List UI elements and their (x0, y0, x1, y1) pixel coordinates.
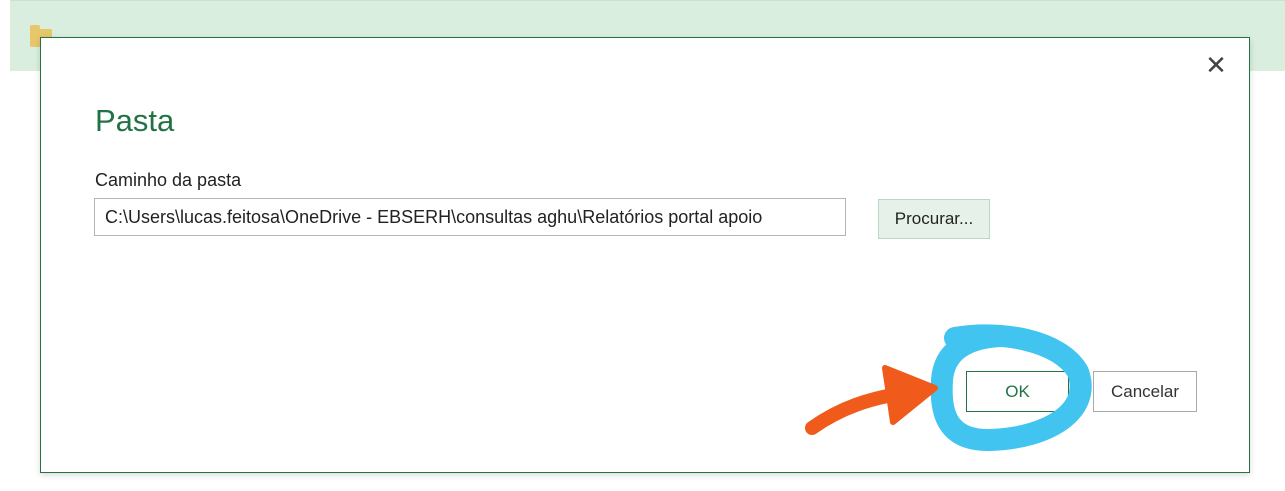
dialog-title: Pasta (95, 103, 175, 138)
close-icon[interactable]: ✕ (1203, 52, 1229, 78)
ok-button[interactable]: OK (966, 371, 1069, 412)
folder-path-label: Caminho da pasta (95, 170, 242, 190)
browse-button[interactable]: Procurar... (878, 199, 990, 239)
folder-dialog: ✕ Pasta Caminho da pasta C:\Users\lucas.… (40, 37, 1250, 473)
folder-path-input[interactable]: C:\Users\lucas.feitosa\OneDrive - EBSERH… (94, 198, 846, 236)
cancel-button[interactable]: Cancelar (1093, 371, 1197, 412)
